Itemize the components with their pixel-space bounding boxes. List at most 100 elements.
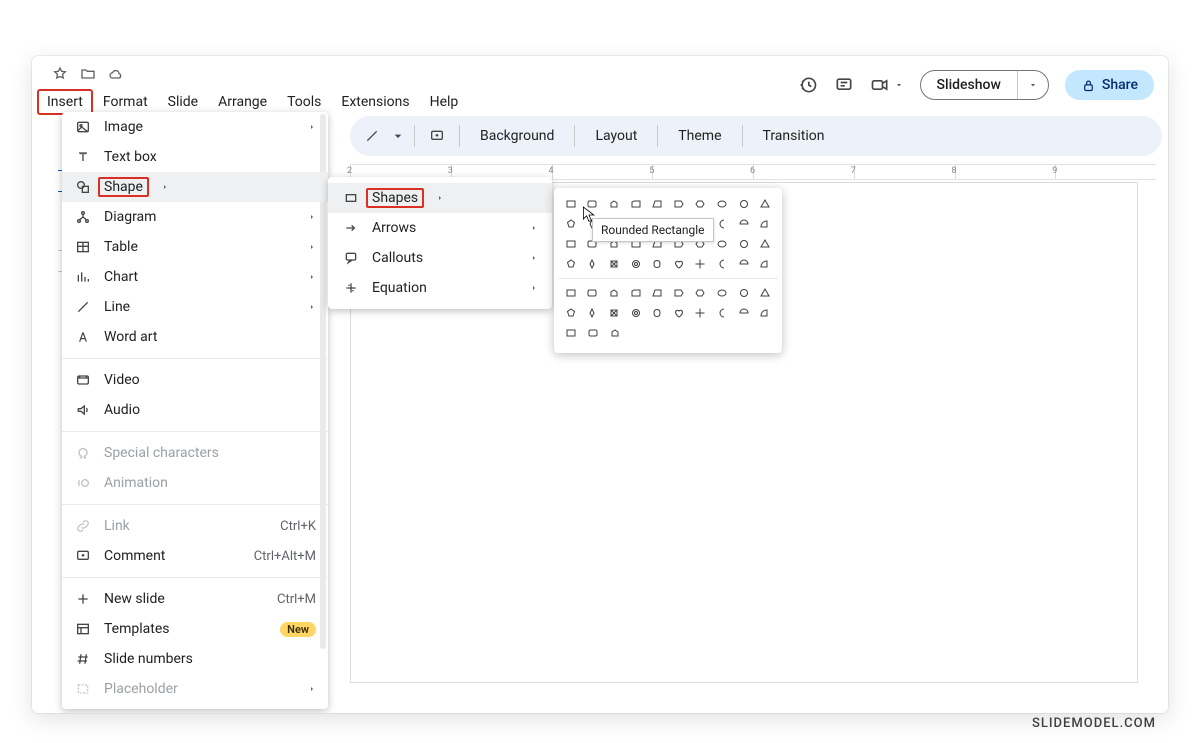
shape-option[interactable] bbox=[692, 196, 710, 212]
shape-option[interactable] bbox=[756, 305, 774, 321]
shape-option[interactable] bbox=[627, 256, 645, 272]
shape-option[interactable] bbox=[713, 216, 731, 232]
insert-slide-numbers[interactable]: Slide numbers bbox=[62, 644, 328, 674]
shape-option[interactable] bbox=[605, 305, 623, 321]
insert-line[interactable]: Line bbox=[62, 292, 328, 322]
shape-option[interactable] bbox=[584, 305, 602, 321]
insert-video[interactable]: Video bbox=[62, 365, 328, 395]
toolbar-background[interactable]: Background bbox=[474, 124, 560, 148]
shape-option[interactable] bbox=[562, 216, 580, 232]
hash-icon bbox=[74, 651, 92, 667]
shape-option[interactable] bbox=[584, 285, 602, 301]
shape-option[interactable] bbox=[627, 196, 645, 212]
shape-option[interactable] bbox=[670, 196, 688, 212]
shape-option[interactable] bbox=[713, 196, 731, 212]
insert-templates[interactable]: TemplatesNew bbox=[62, 614, 328, 644]
shape-option[interactable] bbox=[606, 325, 624, 341]
insert-diagram[interactable]: Diagram bbox=[62, 202, 328, 232]
shape-option[interactable] bbox=[670, 285, 688, 301]
shape-option[interactable] bbox=[670, 305, 688, 321]
menu-tools[interactable]: Tools bbox=[278, 90, 330, 114]
shape-sub-arrows[interactable]: Arrows bbox=[328, 213, 552, 243]
meet-icon[interactable] bbox=[870, 75, 890, 95]
chevron-right-icon bbox=[161, 182, 169, 192]
toolbar-layout[interactable]: Layout bbox=[589, 124, 643, 148]
shape-option[interactable] bbox=[756, 285, 774, 301]
line-tool-icon[interactable] bbox=[364, 128, 380, 144]
comment-icon bbox=[74, 548, 92, 564]
shape-option[interactable] bbox=[735, 305, 753, 321]
shape-option[interactable] bbox=[562, 236, 580, 252]
menu-arrange[interactable]: Arrange bbox=[209, 90, 276, 114]
shape-sub-equation[interactable]: Equation bbox=[328, 273, 552, 303]
shape-option[interactable] bbox=[692, 285, 710, 301]
menu-slide[interactable]: Slide bbox=[159, 90, 207, 114]
toolbar-transition[interactable]: Transition bbox=[757, 124, 831, 148]
menu-extensions[interactable]: Extensions bbox=[332, 90, 418, 114]
shape-option[interactable] bbox=[735, 285, 753, 301]
shape-option[interactable] bbox=[735, 236, 753, 252]
cloud-icon[interactable] bbox=[108, 66, 124, 82]
toolbar-theme[interactable]: Theme bbox=[672, 124, 727, 148]
menu-help[interactable]: Help bbox=[421, 90, 468, 114]
slideshow-button[interactable]: Slideshow bbox=[920, 70, 1049, 100]
shape-option[interactable] bbox=[605, 196, 623, 212]
insert-shape[interactable]: Shape bbox=[62, 172, 328, 202]
shape-option[interactable] bbox=[670, 256, 688, 272]
star-icon[interactable] bbox=[52, 66, 68, 82]
shape-option[interactable] bbox=[562, 285, 580, 301]
insert-chart[interactable]: Chart bbox=[62, 262, 328, 292]
shape-sub-shapes[interactable]: Shapes bbox=[328, 183, 552, 213]
shape-option[interactable] bbox=[605, 285, 623, 301]
shape-option[interactable] bbox=[562, 256, 580, 272]
shape-option[interactable] bbox=[713, 305, 731, 321]
line-tool-dropdown-icon[interactable] bbox=[390, 128, 400, 144]
menu-insert[interactable]: Insert bbox=[38, 90, 92, 114]
shape-option[interactable] bbox=[756, 196, 774, 212]
shape-option[interactable] bbox=[562, 305, 580, 321]
shape-icon bbox=[74, 179, 92, 195]
shape-option[interactable] bbox=[648, 256, 666, 272]
shape-option[interactable] bbox=[735, 196, 753, 212]
shape-option[interactable] bbox=[735, 216, 753, 232]
rect-icon bbox=[342, 190, 360, 206]
shape-option[interactable] bbox=[756, 236, 774, 252]
insert-word-art[interactable]: Word art bbox=[62, 322, 328, 352]
shape-option[interactable] bbox=[562, 196, 580, 212]
history-icon[interactable] bbox=[798, 75, 818, 95]
shape-option[interactable] bbox=[713, 236, 731, 252]
shape-option[interactable] bbox=[584, 256, 602, 272]
share-button[interactable]: Share bbox=[1065, 70, 1154, 100]
shape-option[interactable] bbox=[648, 285, 666, 301]
insert-image[interactable]: Image bbox=[62, 112, 328, 142]
shape-option[interactable] bbox=[648, 196, 666, 212]
insert-new-slide[interactable]: New slideCtrl+M bbox=[62, 584, 328, 614]
shape-option[interactable] bbox=[692, 256, 710, 272]
insert-table[interactable]: Table bbox=[62, 232, 328, 262]
insert-audio[interactable]: Audio bbox=[62, 395, 328, 425]
menu-format[interactable]: Format bbox=[94, 90, 157, 114]
shape-option[interactable] bbox=[713, 256, 731, 272]
add-comment-icon[interactable] bbox=[429, 128, 445, 144]
insert-comment[interactable]: CommentCtrl+Alt+M bbox=[62, 541, 328, 571]
chevron-right-icon bbox=[308, 272, 316, 282]
folder-move-icon[interactable] bbox=[80, 66, 96, 82]
shape-option[interactable] bbox=[648, 305, 666, 321]
chevron-right-icon bbox=[530, 223, 538, 233]
shape-option[interactable] bbox=[713, 285, 731, 301]
shape-option[interactable] bbox=[692, 305, 710, 321]
shape-option[interactable] bbox=[605, 256, 623, 272]
shape-option[interactable] bbox=[627, 305, 645, 321]
shape-option[interactable] bbox=[562, 325, 580, 341]
comments-icon[interactable] bbox=[834, 75, 854, 95]
slideshow-label: Slideshow bbox=[921, 71, 1018, 99]
shape-option[interactable] bbox=[627, 285, 645, 301]
shape-option[interactable] bbox=[584, 325, 602, 341]
slideshow-dropdown-icon[interactable] bbox=[1018, 74, 1048, 96]
shape-option[interactable] bbox=[756, 216, 774, 232]
meet-dropdown-icon[interactable] bbox=[894, 75, 904, 95]
shape-option[interactable] bbox=[735, 256, 753, 272]
shape-sub-callouts[interactable]: Callouts bbox=[328, 243, 552, 273]
insert-text-box[interactable]: Text box bbox=[62, 142, 328, 172]
shape-option[interactable] bbox=[756, 256, 774, 272]
